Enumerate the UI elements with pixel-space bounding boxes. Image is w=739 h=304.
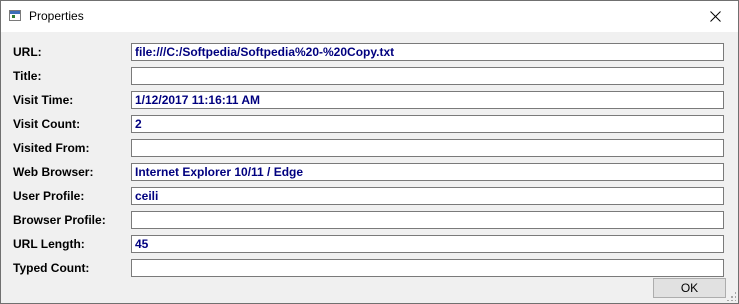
web-browser-field[interactable]: Internet Explorer 10/11 / Edge (131, 163, 724, 181)
visit-count-label: Visit Count: (13, 117, 81, 131)
browser-profile-field[interactable] (131, 211, 724, 229)
url-label: URL: (13, 45, 42, 59)
visit-time-field[interactable]: 1/12/2017 11:16:11 AM (131, 91, 724, 109)
url-field[interactable]: file:///C:/Softpedia/Softpedia%20-%20Cop… (131, 43, 724, 61)
url-length-label: URL Length: (13, 237, 85, 251)
close-icon (709, 11, 721, 22)
title-field[interactable] (131, 67, 724, 85)
typed-count-label: Typed Count: (13, 261, 90, 275)
close-button[interactable] (692, 1, 738, 32)
user-profile-label: User Profile: (13, 189, 85, 203)
ok-button[interactable]: OK (653, 278, 726, 298)
web-browser-label: Web Browser: (13, 165, 94, 179)
title-bar[interactable]: Properties (1, 1, 738, 32)
browser-profile-label: Browser Profile: (13, 213, 106, 227)
visited-from-field[interactable] (131, 139, 724, 157)
title-label: Title: (13, 69, 42, 83)
properties-dialog: Properties URL: file:///C:/Softpedia/Sof… (0, 0, 739, 304)
url-length-field[interactable]: 45 (131, 235, 724, 253)
window-title: Properties (29, 9, 84, 23)
resize-grip[interactable] (726, 291, 736, 301)
visit-time-label: Visit Time: (13, 93, 74, 107)
typed-count-field[interactable] (131, 259, 724, 277)
properties-window-icon (9, 10, 21, 21)
visit-count-field[interactable]: 2 (131, 115, 724, 133)
user-profile-field[interactable]: ceili (131, 187, 724, 205)
visited-from-label: Visited From: (13, 141, 90, 155)
